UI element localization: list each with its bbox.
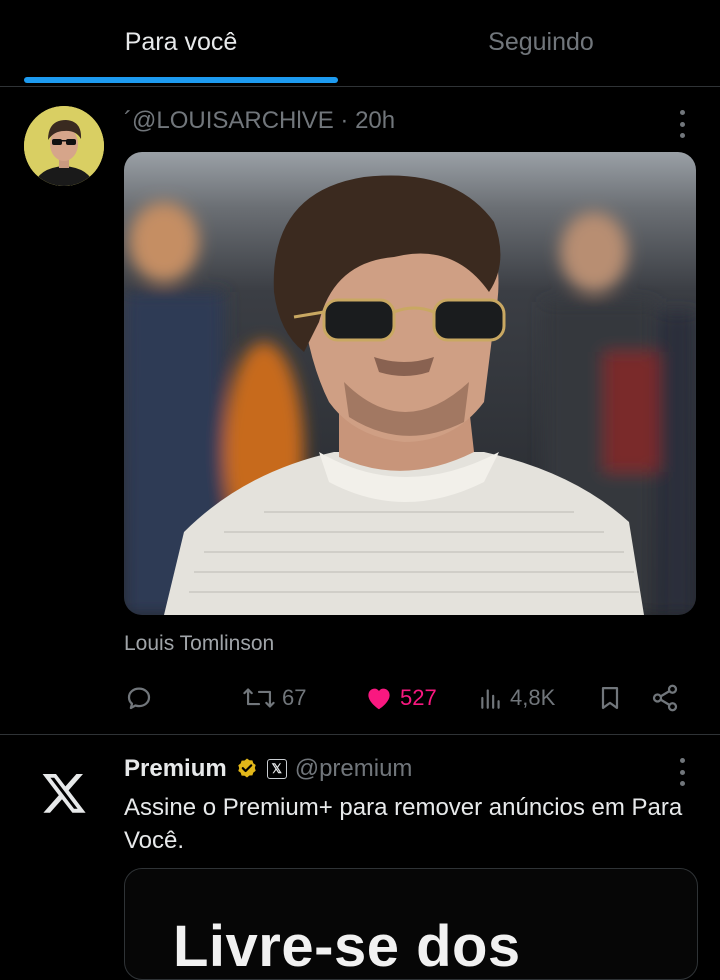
more-options-icon[interactable] xyxy=(678,110,686,138)
tweet-meta: Premium 𝕏 @premium xyxy=(124,755,412,783)
x-affiliate-icon: 𝕏 xyxy=(266,759,287,779)
retweet-button[interactable]: 67 xyxy=(242,677,306,719)
bookmark-icon xyxy=(601,686,619,710)
author-name[interactable]: Premium xyxy=(124,755,227,783)
reply-button[interactable] xyxy=(124,677,154,719)
bookmark-button[interactable] xyxy=(596,677,624,719)
meta-separator: · xyxy=(340,107,349,134)
views-icon xyxy=(481,689,500,709)
ad-card[interactable]: Livre-se dos xyxy=(124,868,698,980)
photo-image xyxy=(124,152,696,615)
tweet-time[interactable]: 20h xyxy=(355,107,395,134)
tweet-photo[interactable] xyxy=(124,152,696,615)
author-handle[interactable]: @premium xyxy=(295,755,413,783)
tweet-actions: 67 527 4,8K xyxy=(124,677,684,719)
retweet-count: 67 xyxy=(282,685,307,710)
share-button[interactable] xyxy=(650,677,680,719)
like-button[interactable]: 527 xyxy=(364,677,437,719)
promoted-tweet[interactable]: Premium 𝕏 @premium Assine o Premium+ par… xyxy=(0,735,720,980)
reply-icon xyxy=(127,687,151,710)
tweet[interactable]: ´@LOUISARCHlVE · 20h Louis Tomlinson 67 … xyxy=(0,87,720,735)
ad-card-headline: Livre-se dos xyxy=(173,914,521,979)
tab-seguindo[interactable]: Seguindo xyxy=(362,0,720,84)
active-tab-indicator xyxy=(24,77,338,83)
photo-caption: Louis Tomlinson xyxy=(124,632,275,655)
timeline-tabs: Para você Seguindo xyxy=(0,0,720,87)
x-logo-icon[interactable] xyxy=(40,769,88,817)
like-count: 527 xyxy=(400,685,437,710)
tweet-text: Assine o Premium+ para remover anúncios … xyxy=(124,794,683,854)
views-count: 4,8K xyxy=(510,685,556,710)
user-avatar-icon xyxy=(24,106,104,186)
heart-icon xyxy=(368,688,390,710)
retweet-icon xyxy=(243,688,275,708)
verified-badge-icon xyxy=(238,758,256,778)
views-button[interactable]: 4,8K xyxy=(478,677,555,719)
author-handle[interactable]: ´@LOUISARCHlVE xyxy=(124,107,334,134)
tweet-meta: ´@LOUISARCHlVE · 20h xyxy=(124,107,395,135)
more-options-icon[interactable] xyxy=(678,758,686,786)
avatar[interactable] xyxy=(24,106,104,186)
tab-para-voce[interactable]: Para você xyxy=(0,0,362,84)
share-icon xyxy=(652,684,678,712)
